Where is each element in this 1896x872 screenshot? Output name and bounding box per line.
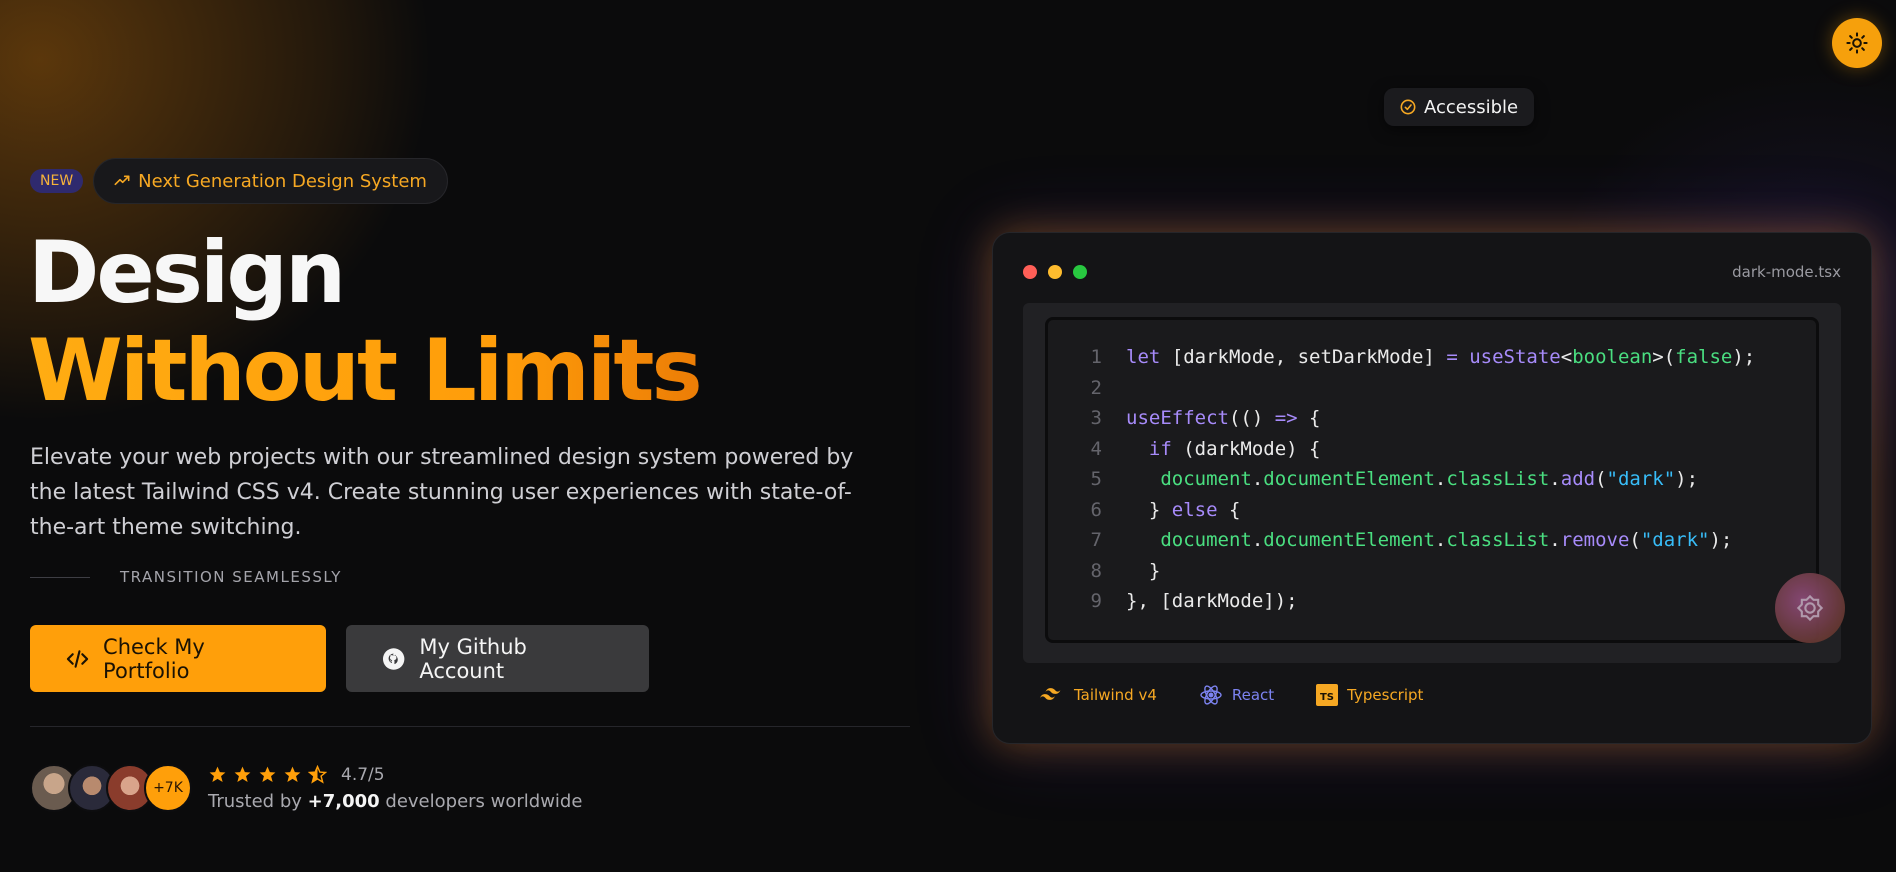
half-star-icon: [308, 765, 327, 784]
code-text: if (darkMode) {: [1148, 437, 1321, 460]
theme-toggle-button[interactable]: [1832, 18, 1882, 68]
section-divider: [30, 726, 910, 727]
hero-title-line1: Design: [28, 223, 346, 323]
hero-description: Elevate your web projects with our strea…: [30, 445, 854, 540]
tech-react: React: [1199, 683, 1274, 707]
hero-title-line2: Without Limits: [28, 321, 703, 421]
line-number: 3: [1090, 407, 1102, 429]
trusted-text: Trusted by +7,000 developers worldwide: [208, 791, 582, 812]
star-icon: [234, 766, 251, 783]
trusted-count: +7,000: [307, 790, 380, 812]
announcement-row: NEW Next Generation Design System: [30, 158, 448, 204]
code-text: let [darkMode, setDarkMode] = useState<b…: [1126, 346, 1756, 368]
code-line: 4 if (darkMode) {: [1068, 434, 1755, 465]
more-users-badge: +7K: [144, 764, 192, 812]
tech-typescript-label: Typescript: [1347, 686, 1424, 704]
portfolio-button-label: Check My Portfolio: [103, 634, 205, 683]
accessible-badge: Accessible: [1384, 88, 1535, 126]
new-badge: NEW: [30, 169, 84, 193]
tagline-pill[interactable]: Next Generation Design System: [93, 158, 448, 204]
close-dot[interactable]: [1023, 265, 1037, 279]
code-window: dark-mode.tsx 1 let [darkMode, setDarkMod…: [992, 232, 1872, 744]
social-proof: +7K 4.7/5 Trusted by +7,000 developers w…: [30, 764, 582, 812]
line-number: 7: [1090, 529, 1102, 551]
line-number: 5: [1090, 468, 1102, 490]
star-rating: 4.7/5: [208, 765, 582, 785]
code-panel: 1 let [darkMode, setDarkMode] = useState<…: [1023, 303, 1841, 663]
github-button-label: My Github Account: [419, 634, 527, 683]
rating-block: 4.7/5 Trusted by +7,000 developers world…: [208, 765, 582, 812]
line-number: 1: [1090, 346, 1102, 368]
theme-preview-button[interactable]: [1775, 573, 1845, 643]
transition-label: TRANSITION SEAMLESSLY: [120, 568, 342, 586]
svg-text:TS: TS: [1320, 692, 1334, 703]
transition-row: TRANSITION SEAMLESSLY: [30, 568, 342, 586]
react-icon: [1200, 685, 1222, 705]
tagline-text: Next Generation Design System: [138, 170, 427, 192]
trusted-suffix: developers worldwide: [385, 790, 583, 812]
line-number: 9: [1090, 590, 1102, 612]
github-button[interactable]: My Github Account: [346, 625, 649, 692]
trusted-prefix: Trusted by: [208, 790, 302, 812]
trending-up-icon: [114, 175, 130, 186]
code-text: useEffect(() => {: [1126, 407, 1321, 429]
rating-score: 4.7/5: [341, 764, 385, 785]
check-circle-icon: [1400, 99, 1416, 115]
code-line: 5 document.documentElement.classList.add…: [1068, 464, 1755, 495]
filename-label: dark-mode.tsx: [1732, 263, 1841, 281]
tailwind-icon: [1040, 688, 1061, 700]
github-icon: [382, 647, 405, 670]
code-text: }: [1126, 559, 1161, 582]
brightness-icon: [1796, 594, 1824, 622]
code-line: 7 document.documentElement.classList.rem…: [1068, 525, 1755, 556]
code-line: 3 useEffect(() => {: [1068, 403, 1755, 434]
code-line: 1 let [darkMode, setDarkMode] = useState<…: [1068, 342, 1756, 373]
code-line: 9 }, [darkMode]);: [1068, 586, 1755, 617]
code-text: }, [darkMode]);: [1126, 590, 1298, 612]
line-number: 2: [1090, 376, 1102, 399]
code-text: document.documentElement.classList.add("…: [1160, 468, 1699, 490]
code-text: } else {: [1126, 498, 1241, 521]
avatar-group: +7K: [30, 764, 192, 812]
line-number: 6: [1090, 498, 1102, 521]
typescript-icon: TS: [1316, 684, 1339, 706]
star-icon: [259, 766, 276, 783]
tech-tailwind-label: Tailwind v4: [1074, 686, 1157, 704]
star-icon: [284, 766, 301, 783]
accessible-label: Accessible: [1424, 96, 1519, 118]
tech-typescript: TS Typescript: [1316, 683, 1423, 707]
minimize-dot[interactable]: [1048, 265, 1062, 279]
line-number: 8: [1090, 559, 1102, 582]
code-icon: [66, 649, 89, 668]
window-controls: [1023, 265, 1087, 279]
sun-icon: [1846, 32, 1868, 54]
line-number: 4: [1090, 437, 1102, 460]
code-line: 2: [1068, 373, 1755, 404]
divider-line: [30, 576, 90, 578]
portfolio-button[interactable]: Check My Portfolio: [30, 625, 326, 692]
tech-tailwind: Tailwind v4: [1039, 683, 1157, 707]
code-line: 8 }: [1068, 556, 1755, 587]
code-line: 6 } else {: [1068, 495, 1755, 526]
hero-title: Design Without Limits: [28, 223, 703, 421]
code-text: document.documentElement.classList.remov…: [1160, 529, 1733, 551]
tech-react-label: React: [1231, 686, 1275, 704]
maximize-dot[interactable]: [1073, 265, 1087, 279]
tech-stack: Tailwind v4 React TS Typescript: [1039, 683, 1423, 707]
cta-buttons: Check My Portfolio My Github Account: [30, 625, 649, 692]
code-lines: 1 let [darkMode, setDarkMode] = useState<…: [1068, 342, 1756, 617]
star-icon: [209, 766, 226, 783]
code-editor: 1 let [darkMode, setDarkMode] = useState<…: [1045, 317, 1819, 643]
